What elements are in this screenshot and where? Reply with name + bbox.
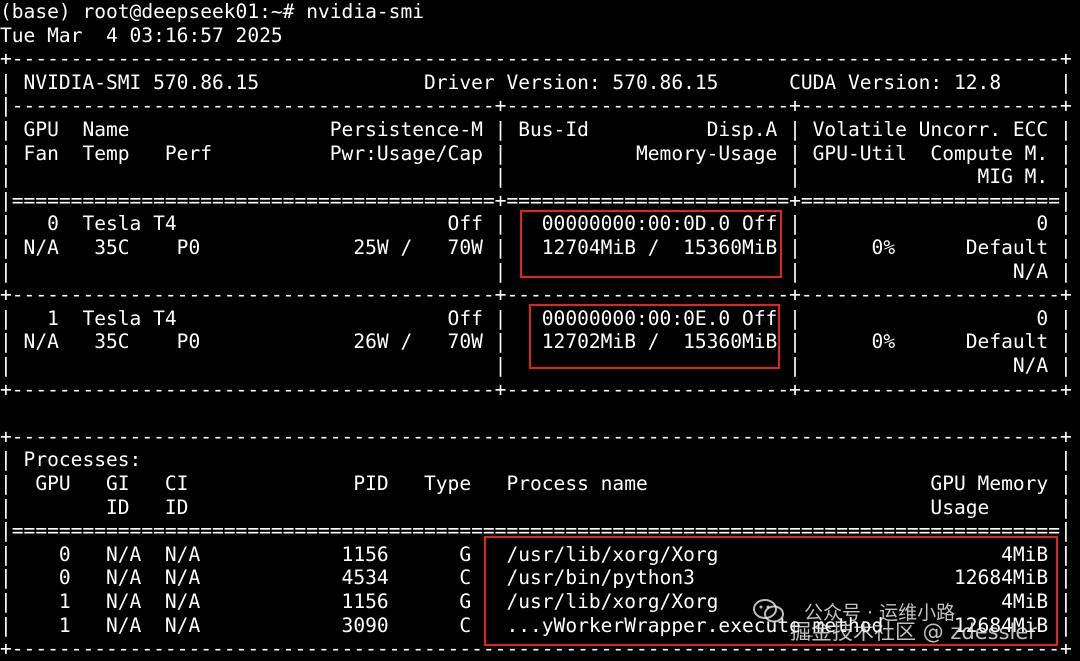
terminal-window[interactable]: (base) root@deepseek01:~# nvidia-smi Tue … <box>0 0 1080 661</box>
terminal-line: | GPU Name Persistence-M | Bus-Id Disp.A… <box>0 118 1072 141</box>
terminal-line: | 0 N/A N/A 4534 C /usr/bin/python3 1268… <box>0 566 1072 590</box>
terminal-line: | N/A 35C P0 25W / 70W | 12704MiB / 1536… <box>0 236 1072 259</box>
terminal-line: | | | N/A | <box>0 259 1072 283</box>
terminal-line: | N/A 35C P0 26W / 70W | 12702MiB / 1536… <box>0 330 1072 354</box>
terminal-line: +---------------------------------------… <box>0 283 1072 307</box>
terminal-line: | GPU GI CI PID Type Process name GPU Me… <box>0 472 1072 495</box>
terminal-line: |=======================================… <box>0 519 1072 543</box>
terminal-line: +---------------------------------------… <box>0 377 1072 401</box>
terminal-line: | ID ID Usage | <box>0 495 1072 519</box>
terminal-line: | NVIDIA-SMI 570.86.15 Driver Version: 5… <box>0 70 1072 94</box>
terminal-line: +---------------------------------------… <box>0 637 1072 661</box>
terminal-line: +---------------------------------------… <box>0 47 1072 71</box>
terminal-line: |---------------------------------------… <box>0 94 1072 118</box>
terminal-line: | 1 N/A N/A 3090 C ...yWorkerWrapper.exe… <box>0 613 1072 637</box>
terminal-line: | Fan Temp Perf Pwr:Usage/Cap | Memory-U… <box>0 141 1072 165</box>
terminal-line: | | | MIG M. | <box>0 165 1072 189</box>
terminal-line: | | | N/A | <box>0 354 1072 377</box>
terminal-line: |=======================================… <box>0 188 1072 212</box>
terminal-line: Tue Mar 4 03:16:57 2025 <box>0 23 283 47</box>
terminal-line: +---------------------------------------… <box>0 424 1072 448</box>
terminal-line: | 1 Tesla T4 Off | 00000000:00:0E.0 Off … <box>0 306 1072 330</box>
terminal-line: | 0 Tesla T4 Off | 00000000:00:0D.0 Off … <box>0 212 1072 236</box>
terminal-line: | 0 N/A N/A 1156 G /usr/lib/xorg/Xorg 4M… <box>0 542 1072 566</box>
terminal-line: (base) root@deepseek01:~# nvidia-smi <box>0 0 424 23</box>
terminal-line: | 1 N/A N/A 1156 G /usr/lib/xorg/Xorg 4M… <box>0 590 1072 613</box>
terminal-line: | Processes: | <box>0 448 1072 472</box>
